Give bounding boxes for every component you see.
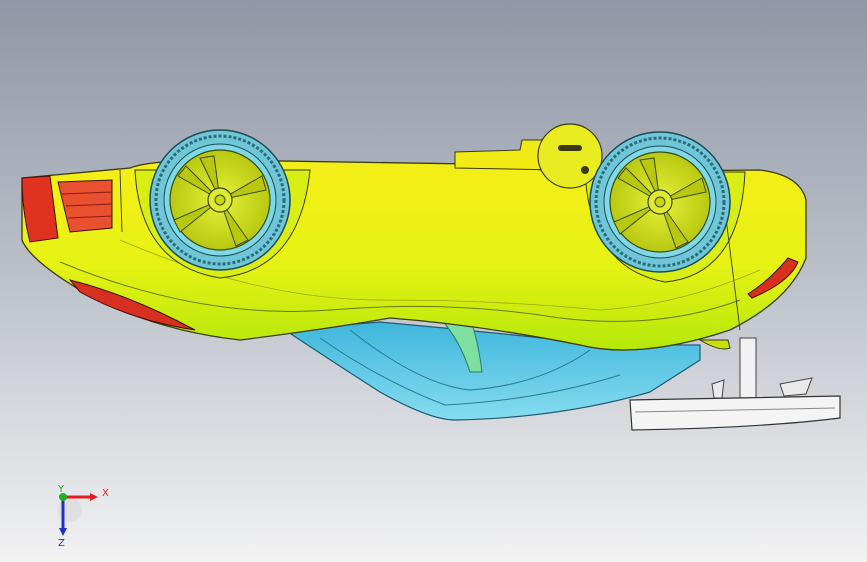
car-model-scene[interactable]	[0, 0, 867, 562]
cad-3d-viewport[interactable]: X Y Z	[0, 0, 867, 562]
gear-part	[537, 123, 603, 189]
wheel-front	[149, 129, 291, 271]
wheel-rear	[589, 131, 731, 273]
